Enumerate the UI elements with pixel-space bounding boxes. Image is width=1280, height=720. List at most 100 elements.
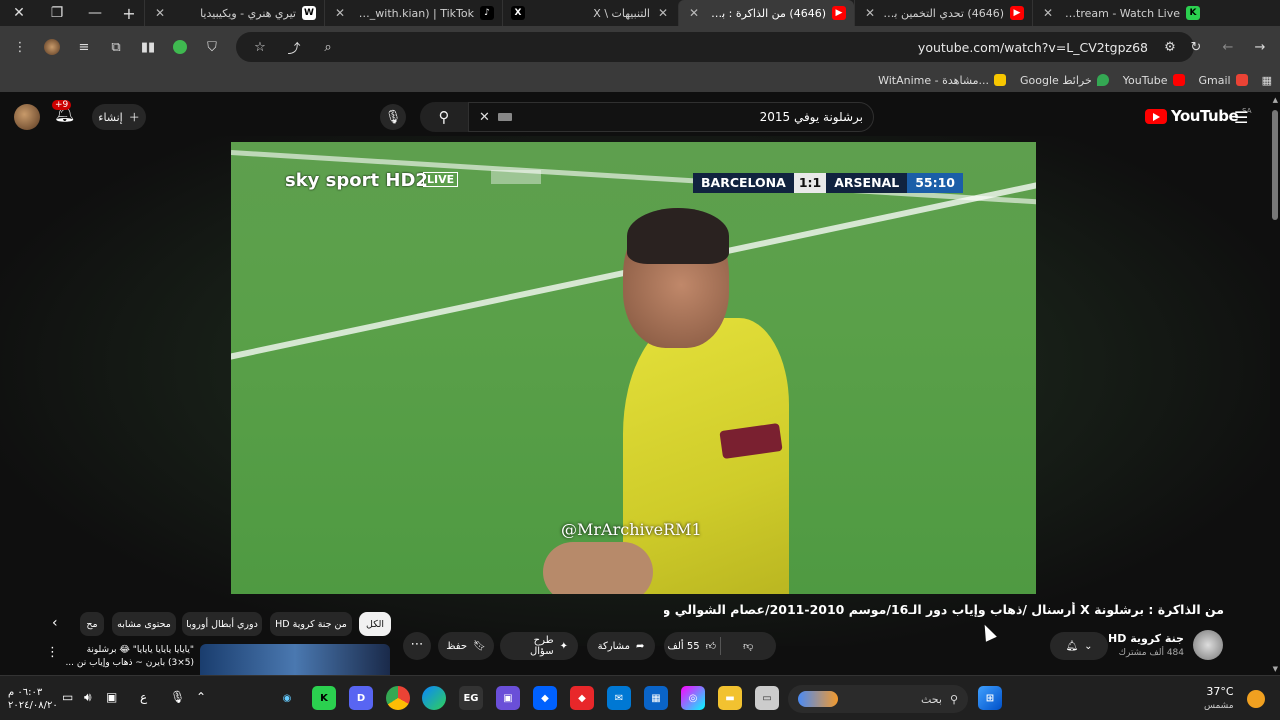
minimize-window-button[interactable]: —	[76, 0, 114, 26]
tab-x-notifications[interactable]: X التنبيهات \ X ✕	[502, 0, 678, 26]
site-settings-icon[interactable]: ⚙	[1156, 33, 1184, 61]
close-icon[interactable]: ✕	[687, 6, 701, 20]
mail-icon[interactable]: ✉	[607, 686, 631, 710]
volume-icon[interactable]: 🔊︎	[84, 690, 92, 705]
tab-tiktok[interactable]: ✕ ooking_with.kian) | TikTok ♪	[324, 0, 502, 26]
kick-app-icon[interactable]: K	[312, 686, 336, 710]
system-clock[interactable]: ٠٦:٠٣ م ٢٠٢٤/٠٨/٢٠	[8, 686, 58, 712]
all-bookmarks-icon[interactable]: ▦	[1262, 74, 1272, 87]
search-button[interactable]: ⚲	[420, 102, 468, 132]
channel-name[interactable]: جنة كروية HD	[1108, 632, 1184, 645]
bookmark-star-icon[interactable]: ☆	[246, 33, 274, 61]
menu-kebab-icon[interactable]: ⋮	[6, 33, 34, 61]
copilot-icon[interactable]: ◎	[681, 686, 705, 710]
chip-all[interactable]: الكل	[359, 612, 391, 636]
close-window-button[interactable]: ✕	[0, 0, 38, 26]
like-button[interactable]: 👍︎ 55 ألف	[664, 640, 720, 653]
close-icon[interactable]: ✕	[656, 6, 670, 20]
bookmark-google-maps[interactable]: Google خرائط	[1020, 74, 1109, 87]
reload-icon[interactable]: ↻	[1182, 33, 1210, 61]
scroll-down-icon[interactable]: ▼	[1273, 665, 1278, 673]
page-scrollbar[interactable]: ▲ ▼	[1270, 92, 1280, 675]
mic-tray-icon[interactable]: 🎙︎	[170, 690, 185, 704]
address-bar[interactable]: ☆ ⤴ ⌕ youtube.com/watch?v=L_CV2tgpz68 ⚙	[236, 32, 1194, 62]
tab-youtube-active[interactable]: ✕ (4646) من الذاكرة : برشلـ ▶	[678, 0, 854, 26]
file-explorer-icon[interactable]: ▬	[718, 686, 742, 710]
extension-green-icon[interactable]	[166, 33, 194, 61]
close-icon[interactable]: ✕	[333, 6, 347, 20]
youtube-icon	[1172, 74, 1185, 86]
dropbox-icon[interactable]: ◆	[533, 686, 557, 710]
language-indicator[interactable]: ع	[140, 690, 147, 704]
related-video-title[interactable]: "يايايا يايايا يايايا" 😂 برشلونة (5×3) ب…	[62, 644, 194, 670]
ask-button[interactable]: ✦ طرح سؤال	[500, 632, 578, 660]
store-icon[interactable]: ▦	[644, 686, 668, 710]
start-windows-icon[interactable]: ⊞	[978, 686, 1002, 710]
save-button[interactable]: 🔖︎ حفظ	[438, 632, 494, 660]
extensions-icon[interactable]: ⧉	[102, 33, 130, 61]
show-hidden-icons-icon[interactable]: ⌃	[196, 690, 206, 704]
subscription-bell-button[interactable]: ⌄ 🔔︎	[1050, 632, 1108, 660]
video-player[interactable]: sky sport HD2 LIVE BARCELONA 1:1 ARSENAL…	[231, 142, 1036, 594]
chip-from-channel[interactable]: من جنة كروية HD	[270, 612, 352, 636]
extension-bars-icon[interactable]: ▮▮	[134, 33, 162, 61]
search-input[interactable]: ✕ برشلونة يوفي 2015	[468, 102, 874, 132]
task-view-icon[interactable]: ▭	[755, 686, 779, 710]
weather-widget[interactable]: 37°C مشمس	[1204, 684, 1234, 714]
new-tab-button[interactable]: +	[114, 0, 144, 26]
related-video-thumbnail[interactable]	[200, 644, 390, 675]
related-more-icon[interactable]: ⋮	[46, 645, 59, 660]
app-red-icon[interactable]: ◆	[570, 686, 594, 710]
more-actions-button[interactable]: ⋯	[403, 632, 431, 660]
bookmark-witanime[interactable]: WitAnime - مشاهدة...	[878, 74, 1007, 87]
keyboard-icon[interactable]	[497, 113, 512, 121]
wikipedia-icon: W	[302, 6, 316, 20]
forward-icon[interactable]: ←	[1214, 33, 1242, 61]
bookmark-icon: 🔖︎	[473, 640, 486, 652]
bookmark-gmail[interactable]: Gmail	[1199, 74, 1248, 87]
profile-avatar[interactable]	[38, 33, 66, 61]
close-icon[interactable]: ✕	[1041, 6, 1055, 20]
discord-icon[interactable]: D	[349, 686, 373, 710]
close-icon[interactable]: ✕	[153, 6, 167, 20]
hamburger-menu-icon[interactable]: ☰	[1234, 108, 1248, 127]
share-icon[interactable]: ⤴	[280, 33, 308, 61]
channel-avatar[interactable]	[1193, 630, 1223, 660]
network-icon[interactable]: ▣	[106, 690, 117, 704]
clear-search-icon[interactable]: ✕	[479, 110, 490, 125]
app-purple-icon[interactable]: ▣	[496, 686, 520, 710]
notification-badge: +9	[52, 100, 72, 110]
media-controls-icon[interactable]: ≡	[70, 33, 98, 61]
tab-youtube-2[interactable]: ✕ (4646) تحدي التخمين بالحركة ▶	[854, 0, 1032, 26]
scroll-up-icon[interactable]: ▲	[1273, 96, 1278, 104]
edge-icon[interactable]	[422, 686, 446, 710]
chip-similar[interactable]: محتوى مشابه	[112, 612, 176, 636]
create-button[interactable]: إنشاء ＋	[92, 104, 146, 130]
share-button[interactable]: ➦ مشاركة	[587, 632, 655, 660]
taskbar-search[interactable]: بحث ⚲	[788, 685, 968, 713]
youtube-icon: ▶	[832, 6, 846, 20]
dislike-button[interactable]: 👎︎	[721, 640, 777, 652]
voice-search-button[interactable]: 🎙︎	[380, 104, 406, 130]
chip-champions-league[interactable]: دوري أبطال أوروبا	[182, 612, 262, 636]
restore-window-button[interactable]: ❐	[38, 0, 76, 26]
zoom-icon[interactable]: ⌕	[314, 33, 342, 61]
share-arrow-icon: ➦	[635, 640, 645, 652]
shield-icon[interactable]: ⛉	[198, 33, 226, 61]
scroll-thumb[interactable]	[1272, 110, 1278, 220]
avatar[interactable]	[14, 104, 40, 130]
chip-similar-2[interactable]: مح	[80, 612, 104, 636]
battery-icon[interactable]: ▭	[62, 690, 73, 704]
chrome-icon[interactable]	[386, 686, 410, 710]
steam-icon[interactable]: ◉	[275, 686, 299, 710]
close-icon[interactable]: ✕	[863, 6, 877, 20]
subscriber-count: 484 ألف مشترك	[1118, 648, 1184, 658]
bookmark-youtube[interactable]: YouTube	[1123, 74, 1185, 87]
url-text[interactable]: youtube.com/watch?v=L_CV2tgpz68	[918, 40, 1148, 55]
thumbs-up-icon: 👍︎	[705, 641, 717, 652]
back-icon[interactable]: →	[1246, 33, 1274, 61]
tab-firas-stream[interactable]: ✕ Firas Stream - Watch Live K	[1032, 0, 1208, 26]
chips-scroll-left-icon[interactable]: ‹	[52, 615, 58, 631]
tab-wikipedia[interactable]: ✕ تيري هنري - ويكيبيديا W	[144, 0, 324, 26]
epic-games-icon[interactable]: EG	[459, 686, 483, 710]
